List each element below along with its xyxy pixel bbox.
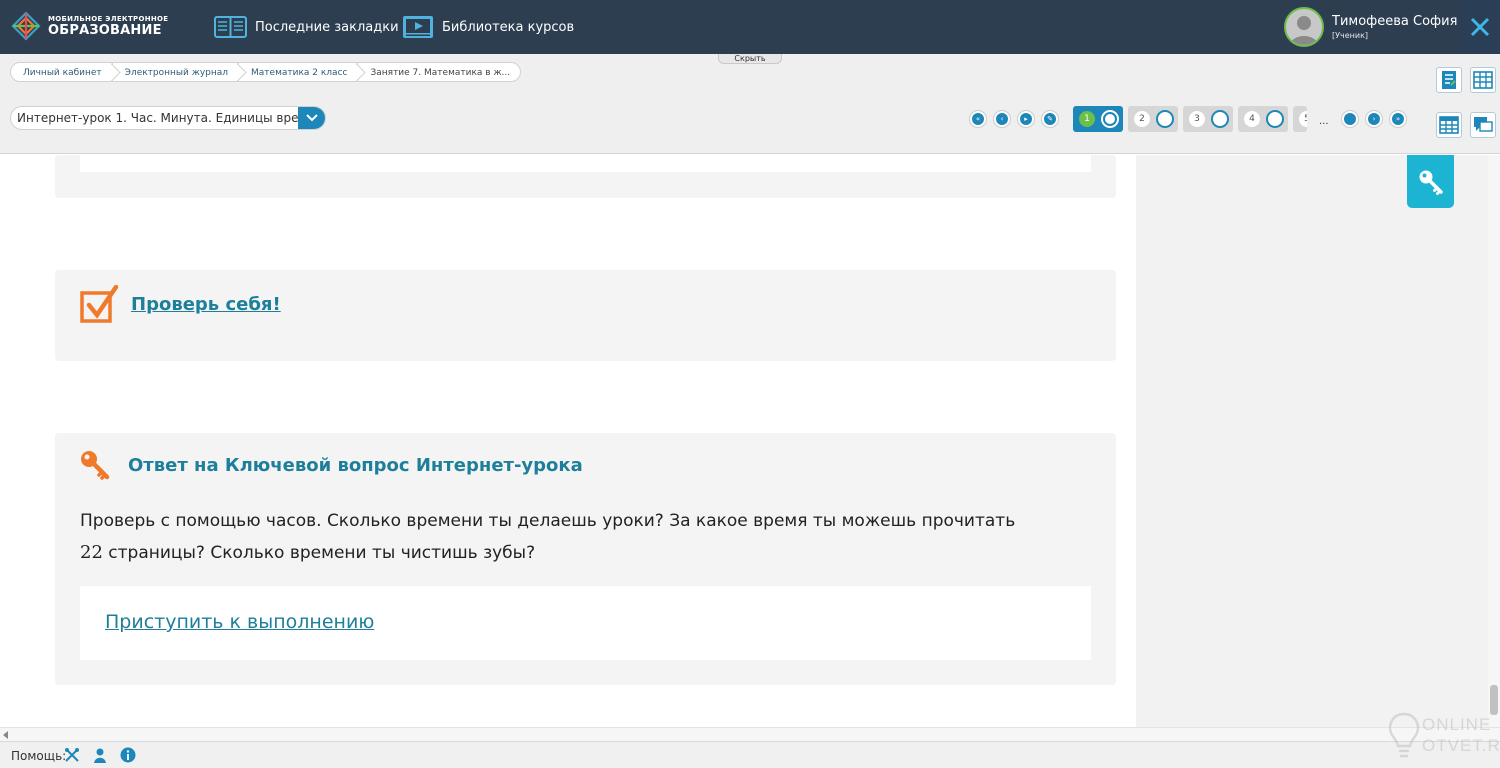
breadcrumb: Личный кабинет Электронный журнал Матема… bbox=[10, 62, 522, 82]
step-status-icon bbox=[1266, 110, 1284, 128]
course-library-link[interactable]: Библиотека курсов bbox=[402, 12, 574, 42]
step-number: 2 bbox=[1134, 111, 1150, 127]
scroll-thumb[interactable] bbox=[1490, 685, 1498, 715]
breadcrumb-item-cabinet[interactable]: Личный кабинет bbox=[10, 62, 113, 82]
info-icon bbox=[120, 747, 136, 763]
info-button[interactable] bbox=[119, 746, 137, 764]
prev-page-button[interactable]: ‹ bbox=[993, 110, 1011, 128]
breadcrumb-item-journal[interactable]: Электронный журнал bbox=[111, 62, 240, 82]
user-name: Тимофеева София bbox=[1332, 14, 1458, 29]
logo-big-text: ОБРАЗОВАНИЕ bbox=[48, 23, 162, 38]
step-3[interactable]: 3 bbox=[1183, 106, 1233, 132]
step-2[interactable]: 2 bbox=[1128, 106, 1178, 132]
breadcrumb-item-lesson[interactable]: Занятие 7. Математика в ж... bbox=[357, 62, 522, 82]
step-status-icon bbox=[1101, 110, 1119, 128]
logo-small-text: МОБИЛЬНОЕ ЭЛЕКТРОННОЕ bbox=[48, 15, 169, 23]
lightbulb-icon bbox=[1388, 712, 1420, 758]
step-number: 5 bbox=[1299, 111, 1307, 127]
step-status-icon bbox=[1156, 110, 1174, 128]
tools-icon bbox=[65, 748, 79, 762]
breadcrumb-item-course[interactable]: Математика 2 класс bbox=[238, 62, 359, 82]
step-1[interactable]: 1 bbox=[1073, 106, 1123, 132]
chat-icon bbox=[1474, 117, 1493, 132]
step-number: 3 bbox=[1189, 111, 1205, 127]
user-help-button[interactable] bbox=[91, 746, 109, 764]
logo-icon bbox=[11, 11, 41, 41]
notebook-tool-button[interactable] bbox=[1436, 67, 1462, 93]
lesson-toolbar: Скрыть Личный кабинет Электронный журнал… bbox=[0, 54, 1500, 154]
pencil-icon: ✎ bbox=[1044, 113, 1056, 125]
watermark-line2: OTVET.RU bbox=[1422, 736, 1500, 755]
double-left-icon: « bbox=[972, 113, 984, 125]
close-icon bbox=[1470, 17, 1490, 37]
key-question-number: 22 bbox=[80, 542, 103, 563]
grid-icon bbox=[1473, 71, 1493, 89]
key-question-title: Ответ на Ключевой вопрос Интернет-урока bbox=[128, 455, 583, 476]
step-number: 1 bbox=[1079, 111, 1095, 127]
logo[interactable]: МОБИЛЬНОЕ ЭЛЕКТРОННОЕ ОБРАЗОВАНИЕ bbox=[10, 8, 170, 44]
chevron-right-icon: › bbox=[1368, 113, 1380, 125]
step-5[interactable]: 5 bbox=[1293, 106, 1307, 132]
user-silhouette-icon bbox=[1290, 16, 1318, 45]
course-library-label: Библиотека курсов bbox=[442, 19, 575, 35]
key-question-button[interactable] bbox=[1407, 155, 1454, 208]
start-task-link[interactable]: Приступить к выполнению bbox=[105, 611, 374, 633]
current-step-button[interactable] bbox=[1341, 110, 1359, 128]
step-4[interactable]: 4 bbox=[1238, 106, 1288, 132]
edit-button[interactable]: ✎ bbox=[1041, 110, 1059, 128]
schedule-tool-button[interactable] bbox=[1436, 112, 1462, 138]
avatar bbox=[1284, 7, 1324, 47]
book-icon bbox=[214, 16, 247, 38]
first-page-button[interactable]: « bbox=[969, 110, 987, 128]
table-tool-button[interactable] bbox=[1470, 67, 1496, 93]
play-button[interactable]: ▸ bbox=[1017, 110, 1035, 128]
notebook-icon bbox=[1442, 71, 1456, 89]
step-pager: « ‹ ▸ ✎ 1 2 3 4 5 ... › » bbox=[0, 106, 1430, 132]
check-yourself-link[interactable]: Проверь себя! bbox=[131, 294, 281, 315]
key-icon bbox=[81, 451, 110, 480]
watermark: ONLINE OTVET.RU bbox=[1386, 712, 1500, 768]
key-question-line2: страницы? Сколько времени ты чистишь зуб… bbox=[102, 543, 536, 563]
user-help-icon bbox=[94, 748, 106, 763]
next-page-button[interactable]: › bbox=[1365, 110, 1383, 128]
key-icon bbox=[1419, 170, 1443, 195]
more-steps-ellipsis[interactable]: ... bbox=[1319, 116, 1329, 127]
step-number: 4 bbox=[1244, 111, 1260, 127]
key-question-line1: Проверь с помощью часов. Сколько времени… bbox=[80, 511, 1016, 531]
check-yourself-card bbox=[55, 270, 1116, 361]
help-label: Помощь: bbox=[11, 749, 67, 763]
recent-bookmarks-label: Последние закладки bbox=[255, 19, 399, 35]
hide-toolbar-button[interactable]: Скрыть bbox=[718, 54, 782, 64]
horizontal-scrollbar[interactable] bbox=[0, 727, 1500, 741]
recent-bookmarks-link[interactable]: Последние закладки bbox=[214, 12, 399, 42]
vertical-scrollbar[interactable] bbox=[1488, 155, 1500, 727]
last-page-button[interactable]: » bbox=[1389, 110, 1407, 128]
double-right-icon: » bbox=[1392, 113, 1404, 125]
right-sidebar bbox=[1136, 155, 1500, 727]
tools-help-button[interactable] bbox=[63, 746, 81, 764]
scroll-left-icon[interactable] bbox=[3, 731, 9, 739]
previous-card-inner bbox=[80, 155, 1091, 172]
chevron-left-icon: ‹ bbox=[996, 113, 1008, 125]
chat-tool-button[interactable] bbox=[1470, 112, 1496, 138]
dot-icon bbox=[1344, 113, 1356, 125]
table-icon bbox=[1439, 116, 1459, 134]
play-icon: ▸ bbox=[1020, 113, 1032, 125]
top-bar: МОБИЛЬНОЕ ЭЛЕКТРОННОЕ ОБРАЗОВАНИЕ Послед… bbox=[0, 0, 1500, 54]
key-question-text: Проверь с помощью часов. Сколько времени… bbox=[80, 506, 1040, 569]
close-button[interactable] bbox=[1460, 0, 1500, 54]
footer: Помощь: bbox=[0, 741, 1500, 768]
user-role: [Ученик] bbox=[1332, 31, 1369, 40]
step-status-icon bbox=[1211, 110, 1229, 128]
video-icon bbox=[403, 16, 433, 38]
watermark-line1: ONLINE bbox=[1422, 715, 1492, 734]
checkbox-check-icon bbox=[80, 285, 119, 323]
